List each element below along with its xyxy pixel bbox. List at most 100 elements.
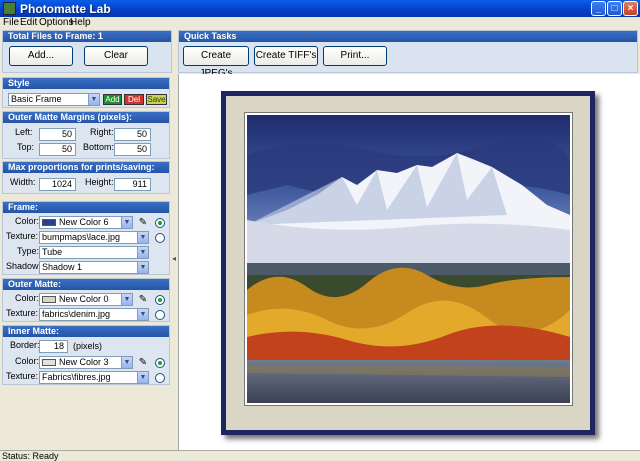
landscape-photo: [247, 115, 570, 403]
clear-button[interactable]: Clear: [84, 46, 148, 66]
style-save-button[interactable]: Save: [146, 94, 167, 105]
frame-preview: [221, 91, 595, 435]
outer-matte-color-select[interactable]: New Color 0 ▼: [39, 293, 133, 306]
outer-matte-margins-section: Outer Matte Margins (pixels): Left: 50 R…: [2, 111, 170, 159]
inner-matte-texture-radio[interactable]: [155, 373, 165, 383]
photo-preview: [245, 113, 572, 405]
inner-matte-border-unit: (pixels): [73, 341, 103, 351]
eyedropper-icon[interactable]: ✎: [137, 216, 149, 229]
title-bar: Photomatte Lab _ □ ×: [0, 0, 640, 17]
outer-matte-margins-header: Outer Matte Margins (pixels):: [3, 112, 169, 123]
inner-matte-border-input[interactable]: 18: [39, 340, 68, 353]
outer-matte-texture-value: fabrics\denim.jpg: [42, 309, 111, 319]
menu-options[interactable]: Options: [39, 17, 73, 28]
style-select[interactable]: Basic Frame ▼: [8, 93, 100, 106]
chevron-down-icon: ▼: [137, 247, 148, 258]
inner-matte-color-select[interactable]: New Color 3 ▼: [39, 356, 133, 369]
chevron-down-icon: ▼: [121, 357, 132, 368]
outer-matte-color-label: Color:: [15, 293, 40, 303]
files-header: Total Files to Frame: 1: [3, 31, 171, 42]
max-height-input[interactable]: 911: [114, 178, 151, 191]
frame-texture-value: bumpmaps\lace.jpg: [42, 232, 121, 242]
files-panel: Total Files to Frame: 1 Add... Clear: [2, 30, 172, 73]
inner-matte-border-label: Border:: [10, 340, 40, 350]
frame-texture-label: Texture:: [6, 231, 39, 241]
outer-matte-texture-select[interactable]: fabrics\denim.jpg ▼: [39, 308, 149, 321]
outer-matte-texture-label: Texture:: [6, 308, 39, 318]
chevron-down-icon: ▼: [137, 372, 148, 383]
menu-help[interactable]: Help: [70, 17, 91, 28]
frame-color-radio[interactable]: [155, 218, 165, 228]
frame-texture-select[interactable]: bumpmaps\lace.jpg ▼: [39, 231, 149, 244]
frame-type-value: Tube: [42, 247, 63, 257]
quick-tasks-header: Quick Tasks: [179, 31, 637, 42]
close-button[interactable]: ×: [623, 1, 638, 16]
chevron-down-icon: ▼: [137, 232, 148, 243]
collapse-arrow-icon[interactable]: ◂: [172, 254, 176, 263]
inner-matte-color-label: Color:: [15, 356, 40, 366]
top-margin-input[interactable]: 50: [39, 143, 76, 156]
frame-type-select[interactable]: Tube ▼: [39, 246, 149, 259]
menu-bar: File Edit Options Help: [0, 17, 640, 29]
inner-matte-color-swatch: [42, 359, 56, 367]
inner-matte-color-radio[interactable]: [155, 358, 165, 368]
inner-matte-section: Inner Matte: Border: 18 (pixels) Color: …: [2, 325, 170, 385]
inner-matte-texture-value: Fabrics\fibres.jpg: [42, 372, 111, 382]
eyedropper-icon[interactable]: ✎: [137, 293, 149, 306]
window-title: Photomatte Lab: [20, 2, 111, 16]
create-jpegs-button[interactable]: Create JPEG's: [183, 46, 249, 79]
eyedropper-icon[interactable]: ✎: [137, 356, 149, 369]
style-value: Basic Frame: [11, 94, 62, 104]
style-del-button[interactable]: Del: [124, 94, 144, 105]
bottom-margin-label: Bottom:: [83, 142, 115, 152]
create-tiffs-button[interactable]: Create TIFF's: [254, 46, 318, 66]
outer-matte-header: Outer Matte:: [3, 279, 169, 290]
menu-edit[interactable]: Edit: [20, 17, 37, 28]
chevron-down-icon: ▼: [88, 94, 99, 105]
right-margin-label: Right:: [90, 127, 114, 137]
max-proportions-header: Max proportions for prints/saving:: [3, 162, 169, 173]
left-margin-label: Left:: [15, 127, 33, 137]
frame-section: Frame: Color: New Color 6 ▼ ✎ Texture: b…: [2, 201, 170, 275]
print-button[interactable]: Print...: [323, 46, 387, 66]
width-label: Width:: [10, 177, 36, 187]
inner-matte-texture-select[interactable]: Fabrics\fibres.jpg ▼: [39, 371, 149, 384]
chevron-down-icon: ▼: [121, 217, 132, 228]
max-width-input[interactable]: 1024: [39, 178, 76, 191]
frame-color-label: Color:: [15, 216, 40, 226]
frame-type-label: Type:: [17, 246, 40, 256]
outer-matte-color-radio[interactable]: [155, 295, 165, 305]
height-label: Height:: [85, 177, 114, 187]
frame-color-select[interactable]: New Color 6 ▼: [39, 216, 133, 229]
add-files-button[interactable]: Add...: [9, 46, 73, 66]
left-margin-input[interactable]: 50: [39, 128, 76, 141]
app-icon: [3, 2, 16, 15]
frame-color-value: New Color 6: [59, 217, 109, 227]
frame-shadow-select[interactable]: Shadow 1 ▼: [39, 261, 149, 274]
maximize-button[interactable]: □: [607, 1, 622, 16]
menu-file[interactable]: File: [3, 17, 19, 28]
chevron-down-icon: ▼: [121, 294, 132, 305]
frame-header: Frame:: [3, 202, 169, 213]
inner-matte-color-value: New Color 3: [59, 357, 109, 367]
outer-matte-color-value: New Color 0: [59, 294, 109, 304]
chevron-down-icon: ▼: [137, 262, 148, 273]
inner-matte-header: Inner Matte:: [3, 326, 169, 337]
style-section: Style Basic Frame ▼ Add Del Save: [2, 77, 170, 108]
minimize-button[interactable]: _: [591, 1, 606, 16]
frame-shadow-label: Shadow:: [6, 261, 42, 271]
frame-texture-radio[interactable]: [155, 233, 165, 243]
outer-matte-texture-radio[interactable]: [155, 310, 165, 320]
inner-matte-texture-label: Texture:: [6, 371, 39, 381]
outer-matte-color-swatch: [42, 296, 56, 304]
right-margin-input[interactable]: 50: [114, 128, 151, 141]
preview-area: [178, 74, 640, 450]
bottom-margin-input[interactable]: 50: [114, 143, 151, 156]
max-proportions-section: Max proportions for prints/saving: Width…: [2, 161, 170, 194]
chevron-down-icon: ▼: [137, 309, 148, 320]
frame-color-swatch: [42, 219, 56, 227]
style-add-button[interactable]: Add: [103, 94, 122, 105]
quick-tasks-panel: Quick Tasks Create JPEG's Create TIFF's …: [178, 30, 638, 79]
outer-matte-preview: [226, 96, 590, 430]
settings-column: Style Basic Frame ▼ Add Del Save Outer M…: [0, 74, 172, 450]
